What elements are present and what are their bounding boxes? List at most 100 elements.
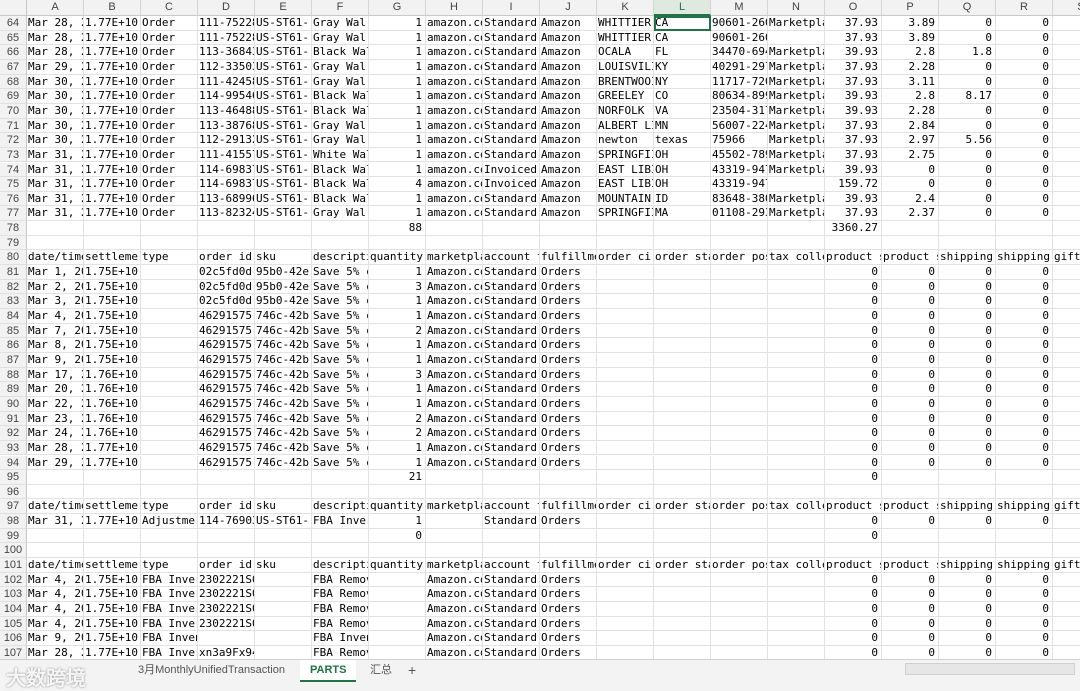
cell[interactable] (768, 309, 825, 324)
cell[interactable]: 746c-42b (255, 455, 312, 471)
cell[interactable]: Marketpla (768, 103, 825, 119)
cell[interactable]: 114-76903 (198, 514, 255, 529)
cell[interactable]: 1 (369, 30, 426, 46)
cell[interactable]: 0 (939, 514, 996, 529)
cell[interactable]: Orders (540, 309, 597, 324)
cell[interactable]: 3.11 (882, 74, 939, 90)
cell[interactable]: Amazon.co (426, 455, 483, 471)
cell[interactable]: Orders (540, 587, 597, 602)
cell[interactable]: 0 (996, 206, 1053, 222)
cell[interactable]: 746c-42b (255, 338, 312, 353)
cell[interactable] (84, 470, 141, 485)
cell[interactable]: 0 (882, 309, 939, 324)
cell[interactable]: 0 (825, 396, 882, 412)
cell[interactable] (654, 352, 711, 368)
cell[interactable]: 37.93 (825, 118, 882, 134)
row-header[interactable]: 80 (0, 250, 27, 266)
cell[interactable]: Black Wal (312, 45, 369, 60)
cell[interactable]: 1.77E+10 (84, 74, 141, 90)
cell[interactable]: Orders (540, 382, 597, 397)
cell[interactable]: Standard (483, 309, 540, 324)
cell[interactable]: amazon.co (426, 133, 483, 148)
cell[interactable]: 0 (996, 587, 1053, 602)
cell[interactable] (1053, 353, 1080, 368)
cell[interactable] (654, 455, 711, 471)
cell[interactable]: 1.77E+10 (84, 45, 141, 60)
cell[interactable]: 0 (939, 631, 996, 646)
cell[interactable] (768, 426, 825, 441)
cell[interactable] (939, 528, 996, 544)
cell[interactable]: 1.77E+10 (84, 455, 141, 471)
cell[interactable]: 2.37 (882, 206, 939, 222)
cell[interactable] (597, 616, 654, 632)
cell[interactable]: 0 (825, 528, 882, 544)
cell[interactable]: 1 (369, 309, 426, 324)
cell[interactable]: Mar 30, 2 (27, 133, 84, 148)
cell[interactable]: 0 (996, 572, 1053, 588)
cell[interactable]: 1 (369, 265, 426, 280)
cell[interactable] (369, 587, 426, 602)
sheet-tab-summary[interactable]: 汇总 (360, 660, 402, 680)
cell[interactable] (597, 602, 654, 617)
row-header[interactable]: 94 (0, 455, 27, 471)
cell[interactable] (711, 221, 768, 236)
cell[interactable] (654, 367, 711, 383)
cell[interactable]: 1.75E+10 (84, 279, 141, 295)
cell[interactable]: 02c5fd0d- (198, 294, 255, 309)
cell[interactable]: 113-68996 (198, 191, 255, 207)
cell[interactable] (1053, 324, 1080, 339)
cell[interactable] (27, 470, 84, 485)
cell[interactable] (768, 396, 825, 412)
cell[interactable]: 39.93 (825, 191, 882, 207)
cell[interactable] (882, 543, 939, 559)
cell[interactable]: Mar 17, 2 (27, 367, 84, 383)
cell[interactable]: Mar 31, 2 (27, 147, 84, 163)
cell[interactable]: 159.72 (825, 177, 882, 192)
cell[interactable]: 39.93 (825, 103, 882, 119)
cell[interactable] (768, 323, 825, 339)
cell[interactable] (540, 235, 597, 251)
cell[interactable]: Amazon.co (426, 440, 483, 456)
cell[interactable]: White Wal (312, 147, 369, 163)
cell[interactable]: 1.75E+10 (84, 602, 141, 617)
cell[interactable] (768, 30, 825, 46)
cell[interactable]: 0 (939, 16, 996, 31)
cell[interactable] (654, 323, 711, 339)
cell[interactable]: 0 (939, 323, 996, 339)
cell[interactable]: US-ST61-( (255, 16, 312, 31)
cell[interactable]: US-ST61-( (255, 74, 312, 90)
cell[interactable] (1053, 89, 1080, 104)
cell[interactable]: Orders (540, 367, 597, 383)
cell[interactable]: 0 (825, 352, 882, 368)
cell[interactable]: US-ST61-( (255, 103, 312, 119)
cell[interactable]: amazon.co (426, 59, 483, 75)
cell[interactable]: Mar 31, 2 (27, 191, 84, 207)
cell[interactable]: descripti (312, 250, 369, 266)
cell[interactable]: Standard (483, 294, 540, 309)
column-header-j[interactable]: J (540, 0, 597, 16)
cell[interactable]: Mar 3, 20 (27, 294, 84, 309)
cell[interactable]: Amazon (540, 147, 597, 163)
cell[interactable]: 75966 (711, 133, 768, 148)
row-header[interactable]: 79 (0, 235, 27, 251)
cell[interactable]: MA (654, 206, 711, 222)
cell[interactable] (198, 235, 255, 251)
cell[interactable] (255, 484, 312, 500)
cell[interactable]: LOUISVILI (597, 59, 654, 75)
cell[interactable] (255, 470, 312, 485)
cell[interactable]: sku (255, 499, 312, 515)
cell[interactable] (711, 411, 768, 427)
cell[interactable]: Marketpla (768, 162, 825, 178)
row-header[interactable]: 69 (0, 89, 27, 104)
cell[interactable]: Standard (483, 323, 540, 339)
cell[interactable]: 0 (939, 118, 996, 134)
cell[interactable]: 0 (939, 103, 996, 119)
cell[interactable]: Order (141, 59, 198, 75)
cell[interactable]: 34470-694 (711, 45, 768, 60)
cell[interactable] (597, 338, 654, 353)
cell[interactable]: amazon.co (426, 118, 483, 134)
cell[interactable] (84, 235, 141, 251)
cell[interactable]: 114-69837 (198, 162, 255, 178)
cell[interactable]: 746c-42b (255, 382, 312, 397)
cell[interactable]: Mar 30, 2 (27, 74, 84, 90)
